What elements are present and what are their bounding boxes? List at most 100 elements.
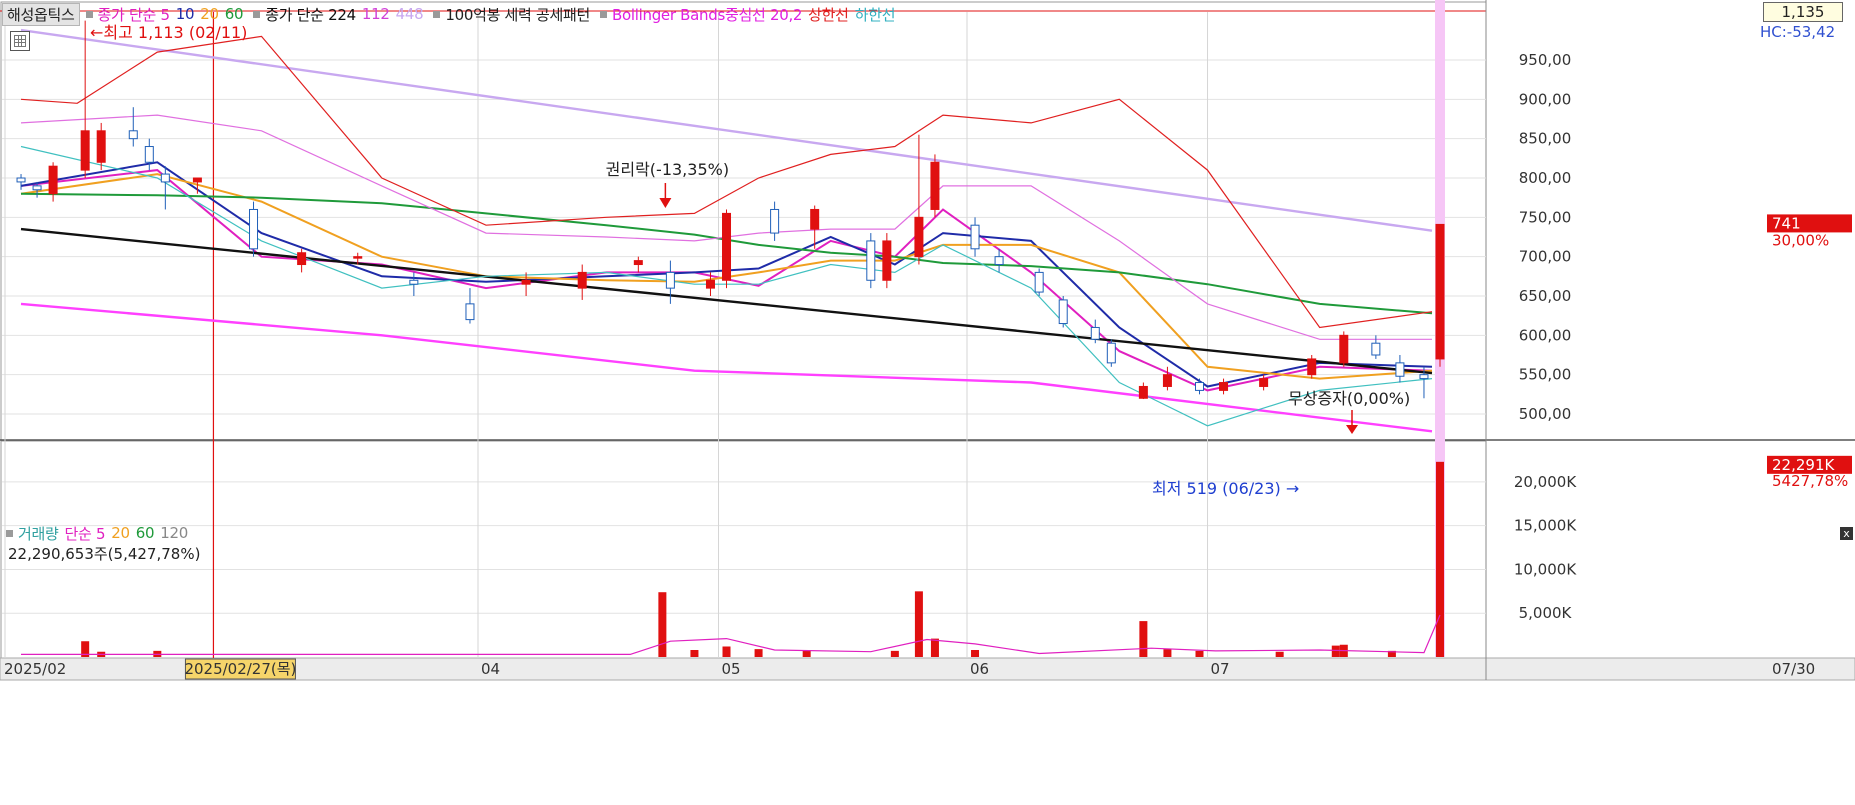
candle-body (32, 185, 42, 191)
x-tick-label: 2025/02 (4, 660, 66, 678)
hc-label: HC:-53,42 (1760, 23, 1836, 41)
annotation-arrow-head (1346, 425, 1358, 434)
legend-marker-icon (600, 10, 608, 18)
price-legend: 해성옵틱스 종가 단순 5 10 20 60 종가 단순 224 112 448… (2, 2, 901, 26)
candle-body (705, 279, 715, 289)
candle-body (1194, 382, 1204, 391)
volume-ma-60: 60 (135, 524, 155, 542)
candle-body (1419, 374, 1429, 380)
candle-body (1339, 334, 1349, 364)
candle-body (1219, 382, 1229, 391)
current-volume: 22,290,653주(5,427,78%) (8, 545, 201, 563)
axis-layer: 500,00 550,00 600,00 650,00 700,00 750,00 800,… (4, 51, 1852, 680)
candle-body (353, 256, 363, 259)
price-tick-label: 550,00 (1519, 366, 1572, 384)
volume-bar (971, 649, 980, 657)
volume-bar (890, 650, 899, 657)
price-tick-label: 500,00 (1519, 405, 1572, 423)
candle-body (249, 208, 259, 250)
legend-marker-icon (433, 10, 441, 18)
candle-body (297, 252, 307, 266)
last-volume-change-label: 5427,78% (1772, 472, 1848, 490)
chart-canvas[interactable]: 500,00 550,00 600,00 650,00 700,00 750,00 800,… (0, 0, 1855, 805)
annotation-arrow-head (659, 198, 672, 208)
candle-body (80, 130, 90, 171)
x-tick-label: 07 (1211, 660, 1230, 678)
annotation-bonus: 무상증자(0,00%) (1288, 389, 1410, 408)
volume-bar (722, 646, 731, 657)
volume-tick-label: 5,000K (1519, 604, 1573, 622)
last-price-label: 741 (1772, 214, 1801, 232)
stock-name[interactable]: 해성옵틱스 (2, 2, 80, 26)
candle-body (1106, 342, 1116, 364)
volume-tick-label: 10,000K (1514, 560, 1577, 578)
candle-body (128, 130, 138, 140)
candle-body (48, 165, 58, 195)
candle-body (96, 130, 106, 163)
candle-body (665, 271, 675, 289)
volume-bar (690, 649, 699, 657)
long-ma-label[interactable]: 종가 단순 224 (265, 4, 356, 25)
price-tick-label: 700,00 (1519, 248, 1572, 266)
price-ma-20: 20 (200, 5, 219, 23)
candle-body (16, 177, 26, 183)
price-ma-60: 60 (224, 5, 244, 23)
bollinger-lower-label: 하한선 (854, 5, 896, 24)
grid-layer (0, 0, 1855, 681)
candle-body (1058, 299, 1068, 325)
panel-close-icon[interactable]: x (1840, 527, 1853, 540)
volume-bar (1195, 650, 1204, 657)
candle-body (914, 216, 924, 258)
long-ma-112: 112 (361, 5, 390, 23)
x-tick-label: 04 (481, 660, 500, 678)
grid-toggle-icon[interactable] (10, 31, 30, 51)
price-tick-label: 750,00 (1519, 208, 1572, 226)
annotation-rights: 권리락(-13,35%) (606, 160, 729, 179)
x-tick-label: 07/30 (1772, 660, 1815, 678)
volume-legend: 거래량 단순 5 20 60 120 (2, 523, 194, 543)
candle-body (1371, 342, 1381, 356)
volume-bar (802, 650, 811, 657)
volume-bar (930, 638, 939, 657)
legend-marker-icon (6, 529, 13, 537)
volume-ma-120: 120 (160, 524, 188, 542)
candle-body (633, 260, 643, 266)
price-tick-label: 800,00 (1519, 169, 1572, 187)
volume-bar (658, 592, 667, 657)
candles-layer (16, 20, 1445, 400)
candle-body (722, 212, 732, 281)
bollinger-label[interactable]: Bollinger Bands중심선 20,2 (612, 4, 802, 25)
candle-body (521, 279, 531, 285)
close-price-box[interactable]: 1,135 (1763, 2, 1843, 22)
candle-body (882, 240, 892, 281)
candle-body (1259, 378, 1269, 387)
annotation-low: 최저 519 (06/23) → (1152, 479, 1299, 498)
candle-body (930, 161, 940, 210)
annotation-high: ←최고 1,113 (02/11) (90, 23, 247, 42)
candle-body (970, 224, 980, 250)
candle-body (1435, 223, 1445, 360)
candle-body (810, 208, 820, 230)
volume-label[interactable]: 거래량 (18, 523, 59, 544)
highlight-band-layer (212, 0, 1445, 658)
candle-body (192, 177, 202, 183)
last-change-label: 30,00% (1772, 231, 1829, 249)
candle-body (409, 279, 419, 285)
price-ma-label[interactable]: 종가 단순 5 (98, 4, 170, 25)
candle-body (160, 173, 170, 183)
annotation-layer: ←최고 1,113 (02/11) 권리락(-13,35%) 무상증자(0,00%)… (90, 23, 1410, 498)
filter-label[interactable]: 100억봉 세력 공세패턴 (445, 4, 590, 25)
candle-body (1162, 374, 1172, 387)
price-tick-label: 850,00 (1519, 130, 1572, 148)
price-tick-label: 900,00 (1519, 90, 1572, 108)
price-ma-10: 10 (175, 5, 195, 23)
x-tick-label: 05 (721, 660, 740, 678)
volume-ma-label[interactable]: 단순 5 (65, 523, 106, 544)
volume-panel-frame (0, 440, 1487, 659)
volume-ma-20: 20 (111, 524, 130, 542)
volume-bar (754, 649, 763, 657)
candle-body (866, 240, 876, 281)
price-tick-label: 650,00 (1519, 287, 1572, 305)
volume-bar (1163, 649, 1172, 657)
legend-marker-icon (253, 10, 261, 18)
